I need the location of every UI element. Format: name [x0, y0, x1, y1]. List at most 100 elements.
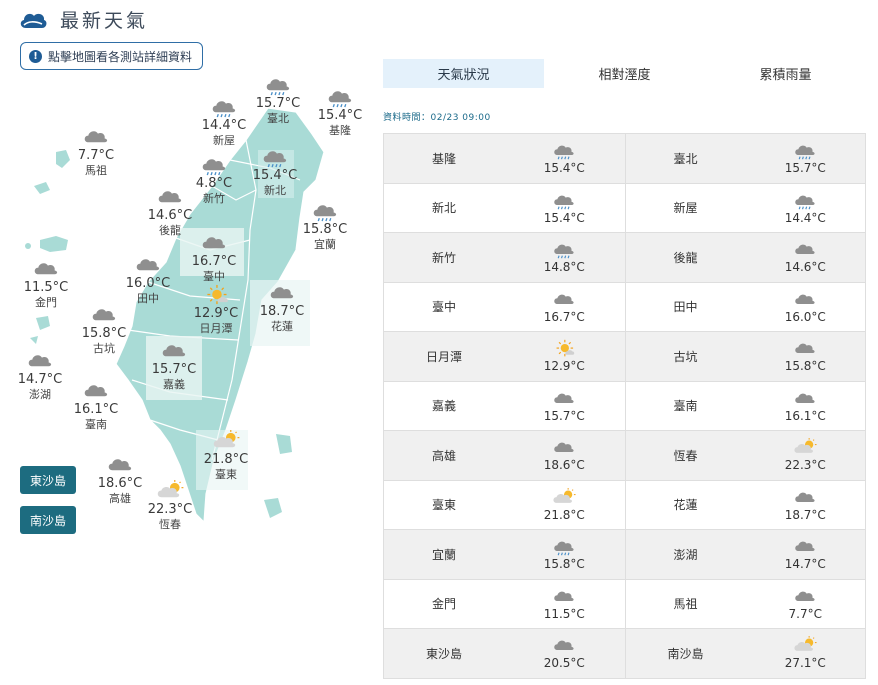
- station-cell[interactable]: 田中 16.0°C: [624, 282, 866, 331]
- cloud-icon: [795, 591, 815, 601]
- map-station-3[interactable]: 7.7°C 馬祖: [66, 126, 126, 178]
- map-station-5[interactable]: 15.4°C 新北: [245, 146, 305, 198]
- station-cell[interactable]: 基隆 15.4°C: [383, 134, 625, 183]
- map-station-15[interactable]: 14.7°C 澎湖: [10, 350, 70, 402]
- station-temp: 15.4°C: [543, 210, 585, 225]
- map-station-name: 澎湖: [29, 388, 51, 401]
- table-row: 東沙島 20.5°C 南沙島 27.1°C: [383, 629, 866, 679]
- station-cell[interactable]: 高雄 18.6°C: [383, 431, 625, 480]
- map-station-temp: 12.9°C: [193, 306, 239, 321]
- cloud-icon: [554, 640, 574, 651]
- station-cell[interactable]: 新屋 14.4°C: [624, 183, 866, 232]
- tab-accumulated-rainfall[interactable]: 累積雨量: [705, 59, 866, 88]
- map-station-name: 新北: [264, 184, 286, 197]
- table-row: 金門 11.5°C 馬祖 7.7°C: [383, 579, 866, 629]
- map-station-name: 日月潭: [199, 322, 233, 335]
- cloud-icon: [158, 191, 182, 203]
- station-temp: 14.8°C: [543, 260, 585, 275]
- station-weather: 14.6°C: [746, 240, 866, 274]
- cloud-icon: [84, 131, 108, 143]
- map-station-temp: 15.7°C: [151, 362, 197, 377]
- station-cell[interactable]: 金門 11.5°C: [383, 579, 625, 628]
- station-cell[interactable]: 古坑 15.8°C: [624, 332, 866, 381]
- station-temp: 15.8°C: [784, 359, 826, 374]
- map-station-7[interactable]: 15.8°C 宜蘭: [295, 200, 355, 252]
- tab-weather-condition[interactable]: 天氣狀況: [383, 59, 544, 88]
- map-station-9[interactable]: 11.5°C 金門: [16, 258, 76, 310]
- station-cell[interactable]: 嘉義 15.7°C: [383, 381, 625, 430]
- map-station-name: 嘉義: [163, 378, 185, 391]
- map-station-temp: 15.4°C: [317, 108, 363, 123]
- nansha-island-button[interactable]: 南沙島: [20, 506, 76, 534]
- station-weather: 22.3°C: [746, 438, 866, 472]
- tab-relative-humidity[interactable]: 相對溼度: [544, 59, 705, 88]
- map-station-name: 恆春: [159, 518, 181, 531]
- station-cell[interactable]: 新竹 14.8°C: [383, 233, 625, 282]
- map-station-8[interactable]: 16.7°C 臺中: [184, 232, 244, 284]
- dongsha-island-button[interactable]: 東沙島: [20, 466, 76, 494]
- station-name: 馬祖: [673, 597, 698, 612]
- map-station-name: 臺東: [215, 468, 237, 481]
- map-station-12[interactable]: 18.7°C 花蓮: [252, 282, 312, 334]
- station-cell[interactable]: 花蓮 18.7°C: [624, 480, 866, 529]
- station-cell[interactable]: 澎湖 14.7°C: [624, 530, 866, 579]
- map-station-16[interactable]: 16.1°C 臺南: [66, 380, 126, 432]
- station-cell[interactable]: 臺南 16.1°C: [624, 381, 866, 430]
- map-station-11[interactable]: 12.9°C 日月潭: [186, 284, 246, 336]
- station-name: 臺北: [673, 151, 698, 166]
- map-station-temp: 22.3°C: [147, 502, 193, 517]
- map-station-name: 臺北: [267, 112, 289, 125]
- map-station-1[interactable]: 15.4°C 基隆: [310, 86, 370, 138]
- station-name: 新北: [431, 201, 456, 216]
- cloud-icon: [554, 294, 574, 304]
- map-station-temp: 14.7°C: [17, 372, 63, 387]
- sunny-icon: [556, 340, 575, 357]
- station-cell[interactable]: 新北 15.4°C: [383, 183, 625, 232]
- station-temp: 18.7°C: [784, 507, 826, 522]
- station-weather: 15.8°C: [504, 537, 625, 571]
- station-name: 基隆: [431, 151, 456, 166]
- map-station-name: 臺中: [203, 270, 225, 283]
- map-station-17[interactable]: 21.8°C 臺東: [196, 430, 256, 482]
- station-cell[interactable]: 馬祖 7.7°C: [624, 579, 866, 628]
- station-cell[interactable]: 臺北 15.7°C: [624, 134, 866, 183]
- partly-cloudy-icon: [213, 430, 240, 448]
- cloud-icon: [34, 263, 58, 275]
- rain-cloud-icon: [313, 205, 337, 222]
- map-station-2[interactable]: 14.4°C 新屋: [194, 96, 254, 148]
- station-weather: 27.1°C: [746, 636, 866, 670]
- rain-cloud-icon: [266, 79, 290, 96]
- cloud-icon: [795, 541, 815, 552]
- station-cell[interactable]: 臺中 16.7°C: [383, 282, 625, 331]
- map-station-14[interactable]: 15.7°C 嘉義: [144, 340, 204, 392]
- station-weather: 16.0°C: [746, 290, 866, 324]
- station-name: 東沙島: [425, 646, 462, 661]
- partly-cloudy-icon: [553, 487, 576, 503]
- map-station-temp: 16.7°C: [191, 254, 237, 269]
- station-name: 南沙島: [667, 646, 704, 661]
- station-cell[interactable]: 臺東 21.8°C: [383, 480, 625, 529]
- station-temp: 16.1°C: [784, 408, 826, 423]
- table-row: 新竹 14.8°C 後龍 14.6°C: [383, 233, 866, 283]
- station-cell[interactable]: 恆春 22.3°C: [624, 431, 866, 480]
- map-station-19[interactable]: 22.3°C 恆春: [140, 480, 200, 532]
- map-station-6[interactable]: 14.6°C 後龍: [140, 186, 200, 238]
- map-station-temp: 16.0°C: [125, 276, 171, 291]
- map-station-0[interactable]: 15.7°C 臺北: [248, 74, 308, 126]
- station-cell[interactable]: 宜蘭 15.8°C: [383, 530, 625, 579]
- station-cell[interactable]: 後龍 14.6°C: [624, 233, 866, 282]
- station-cell[interactable]: 日月潭 12.9°C: [383, 332, 625, 381]
- station-cell[interactable]: 東沙島 20.5°C: [383, 629, 625, 678]
- station-temp: 15.7°C: [784, 161, 826, 176]
- rain-cloud-icon: [554, 541, 574, 556]
- cloud-icon: [270, 287, 294, 299]
- station-cell[interactable]: 南沙島 27.1°C: [624, 629, 866, 678]
- station-weather: 20.5°C: [504, 636, 625, 670]
- station-name: 新屋: [673, 201, 698, 216]
- map-station-10[interactable]: 16.0°C 田中: [118, 254, 178, 306]
- station-weather: 15.4°C: [504, 141, 625, 175]
- station-temp: 14.6°C: [784, 260, 826, 275]
- station-temp: 7.7°C: [788, 606, 822, 621]
- map-station-13[interactable]: 15.8°C 古坑: [74, 304, 134, 356]
- station-weather: 14.8°C: [504, 240, 625, 274]
